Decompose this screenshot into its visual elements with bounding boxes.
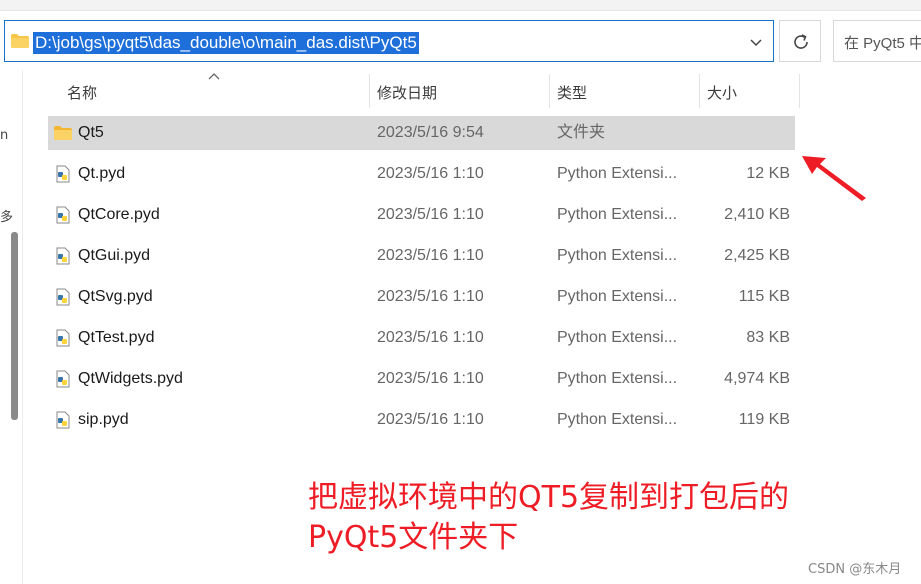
column-divider[interactable] <box>369 74 370 108</box>
file-row[interactable]: sip.pyd 2023/5/16 1:10 Python Extensi... 11… <box>48 403 795 437</box>
file-date: 2023/5/16 1:10 <box>377 247 484 264</box>
file-type: Python Extensi... <box>557 370 678 387</box>
file-size: 2,425 KB <box>724 247 790 264</box>
nav-fragment-1[interactable]: n <box>0 128 8 143</box>
python-file-icon <box>56 288 70 306</box>
file-name[interactable]: Qt5 <box>78 116 104 150</box>
file-row[interactable]: QtTest.pyd 2023/5/16 1:10 Python Extensi..… <box>48 321 795 355</box>
file-date: 2023/5/16 1:10 <box>377 329 484 346</box>
window-top-strip <box>0 0 921 11</box>
python-file-icon <box>56 247 70 265</box>
file-type: Python Extensi... <box>557 206 678 223</box>
file-date: 2023/5/16 9:54 <box>377 124 484 141</box>
file-name[interactable]: QtWidgets.pyd <box>78 362 183 396</box>
nav-fragment-2[interactable]: 多 <box>0 206 13 225</box>
column-header-date[interactable]: 修改日期 <box>377 82 437 103</box>
column-divider[interactable] <box>549 74 550 108</box>
file-name[interactable]: QtSvg.pyd <box>78 280 153 314</box>
column-divider[interactable] <box>699 74 700 108</box>
refresh-icon <box>794 34 808 49</box>
file-size: 4,974 KB <box>724 370 790 387</box>
python-file-icon <box>56 329 70 347</box>
sort-ascending-icon[interactable] <box>208 72 220 80</box>
file-row[interactable]: QtWidgets.pyd 2023/5/16 1:10 Python Extens… <box>48 362 795 396</box>
watermark: CSDN @东木月 <box>808 562 902 577</box>
file-size: 119 KB <box>738 411 790 428</box>
file-type: Python Extensi... <box>557 247 678 264</box>
file-date: 2023/5/16 1:10 <box>377 411 484 428</box>
address-bar[interactable]: D:\job\gs\pyqt5\das_double\o\main_das.di… <box>4 20 774 62</box>
file-date: 2023/5/16 1:10 <box>377 288 484 305</box>
file-date: 2023/5/16 1:10 <box>377 165 484 182</box>
search-box[interactable]: 在 PyQt5 中 <box>833 20 921 62</box>
column-header-size[interactable]: 大小 <box>707 82 737 103</box>
file-size: 115 KB <box>738 288 790 305</box>
refresh-button[interactable] <box>779 20 821 62</box>
column-divider[interactable] <box>799 74 800 108</box>
file-name[interactable]: sip.pyd <box>78 403 129 437</box>
python-file-icon <box>56 370 70 388</box>
file-type: 文件夹 <box>557 124 606 141</box>
folder-icon <box>54 126 72 140</box>
file-name[interactable]: Qt.pyd <box>78 157 125 191</box>
python-file-icon <box>56 165 70 183</box>
annotation-line-2: PyQt5文件夹下 <box>308 520 519 555</box>
file-size: 2,410 KB <box>724 206 790 223</box>
file-row[interactable]: Qt5 2023/5/16 9:54 文件夹 <box>48 116 795 150</box>
search-placeholder: 在 PyQt5 中 <box>844 35 921 52</box>
annotation-line-1: 把虚拟环境中的QT5复制到打包后的 <box>308 480 790 515</box>
file-type: Python Extensi... <box>557 288 678 305</box>
file-row[interactable]: QtGui.pyd 2023/5/16 1:10 Python Extensi...… <box>48 239 795 273</box>
file-name[interactable]: QtTest.pyd <box>78 321 154 355</box>
column-header-type[interactable]: 类型 <box>557 82 587 103</box>
nav-scrollbar[interactable] <box>11 232 18 420</box>
navigation-pane[interactable]: n 多 <box>0 70 23 584</box>
folder-icon <box>11 34 29 48</box>
file-type: Python Extensi... <box>557 165 678 182</box>
red-arrow-annotation <box>802 156 866 201</box>
python-file-icon <box>56 411 70 429</box>
file-row[interactable]: QtCore.pyd 2023/5/16 1:10 Python Extensi..… <box>48 198 795 232</box>
file-size: 83 KB <box>746 329 790 346</box>
file-type: Python Extensi... <box>557 329 678 346</box>
chevron-down-icon[interactable] <box>747 33 765 51</box>
file-date: 2023/5/16 1:10 <box>377 206 484 223</box>
python-file-icon <box>56 206 70 224</box>
file-name[interactable]: QtGui.pyd <box>78 239 150 273</box>
column-header-name[interactable]: 名称 <box>67 82 97 103</box>
address-path[interactable]: D:\job\gs\pyqt5\das_double\o\main_das.di… <box>33 32 419 54</box>
file-type: Python Extensi... <box>557 411 678 428</box>
file-row[interactable]: Qt.pyd 2023/5/16 1:10 Python Extensi... 12 … <box>48 157 795 191</box>
file-name[interactable]: QtCore.pyd <box>78 198 160 232</box>
file-row[interactable]: QtSvg.pyd 2023/5/16 1:10 Python Extensi...… <box>48 280 795 314</box>
file-size: 12 KB <box>746 165 790 182</box>
file-date: 2023/5/16 1:10 <box>377 370 484 387</box>
